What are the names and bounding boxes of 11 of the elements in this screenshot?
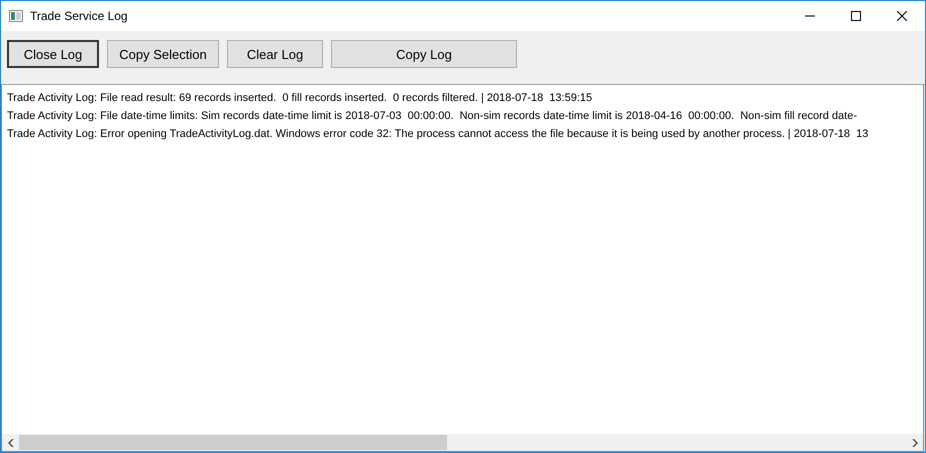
app-icon bbox=[9, 10, 23, 22]
toolbar-button[interactable]: Clear Log bbox=[227, 40, 323, 68]
toolbar-button[interactable]: Close Log bbox=[7, 40, 99, 68]
toolbar-button[interactable]: Copy Log bbox=[331, 40, 517, 68]
log-line: Trade Activity Log: File read result: 69 records inserted. 0 fill records inserted. 0 records filtered. | 2018-07-18 13:59:15 bbox=[7, 91, 594, 106]
horizontal-scrollbar[interactable] bbox=[2, 434, 923, 451]
log-line: Trade Activity Log: Error opening TradeActivityLog.dat. Windows error code 32: The process cannot access the file because it is being used by another process. | 2018-07-18 13 bbox=[7, 127, 870, 142]
log-line: Trade Activity Log: File date-time limits: Sim records date-time limit is 2018-07-03 00:00:00. Non-sim records date-time limit is 2018-04-16 00:00:00. Non-sim fill record date- bbox=[7, 109, 858, 124]
toolbar-button[interactable]: Copy Selection bbox=[107, 40, 219, 68]
scrollbar-thumb[interactable] bbox=[19, 435, 447, 450]
window-title: Trade Service Log bbox=[30, 9, 129, 23]
